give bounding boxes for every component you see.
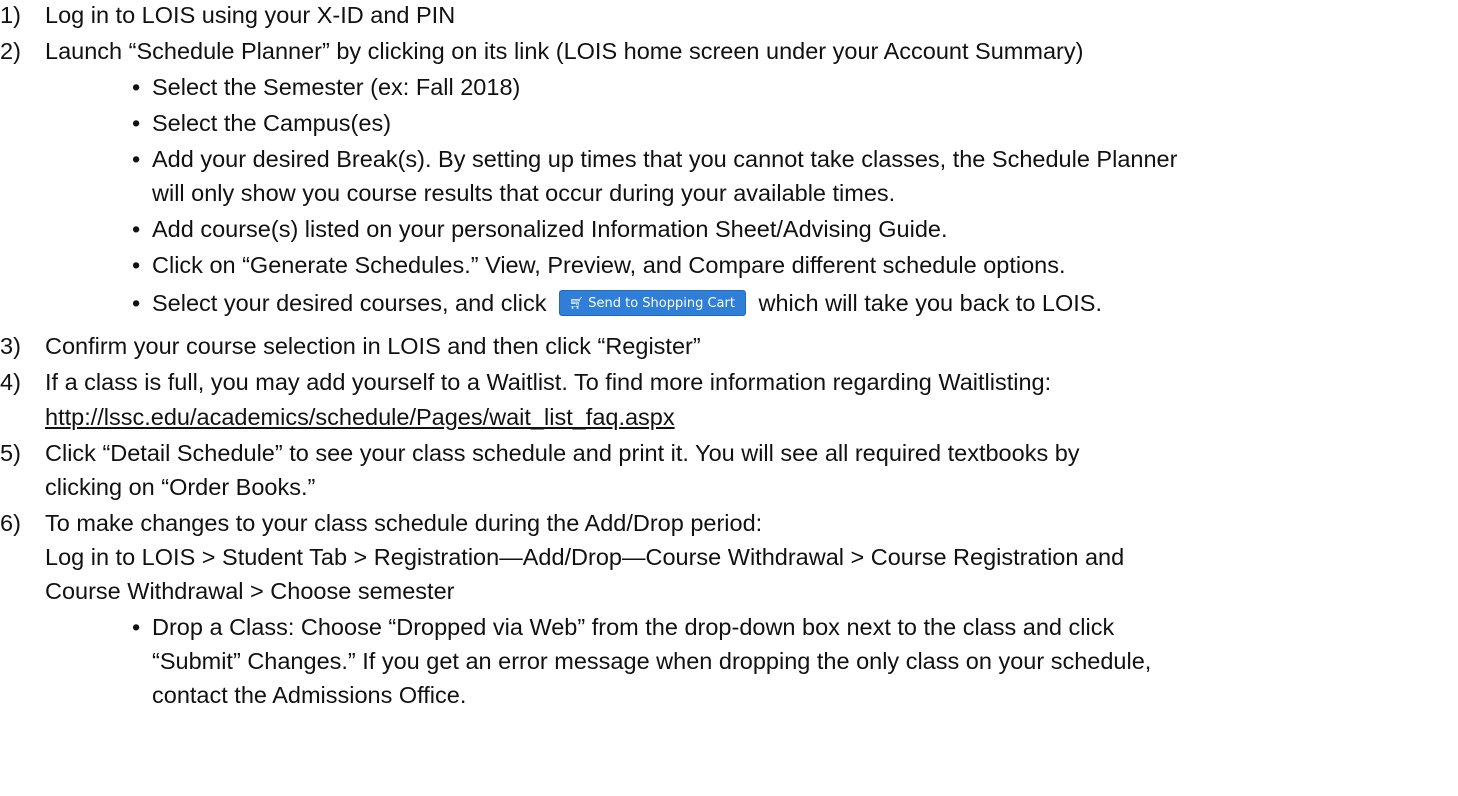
bullet-text: will only show you course results that o… (152, 180, 896, 206)
step-text: To make changes to your class schedule d… (45, 510, 763, 536)
step-text: clicking on “Order Books.” (45, 474, 316, 500)
send-to-shopping-cart-button[interactable]: 🛒︎ Send to Shopping Cart (559, 289, 746, 316)
bullet-text-before: Select your desired courses, and click (152, 290, 547, 316)
step-text: Log in to LOIS > Student Tab > Registrat… (45, 544, 1125, 570)
waitlist-faq-link[interactable]: http://lssc.edu/academics/schedule/Pages… (45, 404, 675, 431)
shopping-cart-icon: 🛒︎ (569, 295, 585, 310)
bullet-text: “Submit” Changes.” If you get an error m… (152, 648, 1152, 674)
step-number: 4) (0, 369, 21, 395)
button-label: Send to Shopping Cart (588, 295, 735, 311)
bullet-text: Select the Semester (ex: Fall 2018) (152, 74, 521, 100)
bullet-icon: • (132, 110, 141, 136)
bullet-icon: • (132, 614, 141, 640)
bullet-text: Click on “Generate Schedules.” View, Pre… (152, 252, 1066, 278)
step-text: Click “Detail Schedule” to see your clas… (45, 440, 1080, 466)
bullet-icon: • (132, 74, 141, 100)
bullet-text: contact the Admissions Office. (152, 682, 467, 708)
bullet-text: Add your desired Break(s). By setting up… (152, 146, 1178, 172)
step-text: Launch “Schedule Planner” by clicking on… (45, 38, 1084, 64)
step-number: 6) (0, 510, 21, 536)
bullet-text: Add course(s) listed on your personalize… (152, 216, 948, 242)
bullet-text: Select your desired courses, and click 🛒… (152, 289, 1103, 317)
step-text: Confirm your course selection in LOIS an… (45, 333, 701, 359)
bullet-icon: • (132, 216, 141, 242)
step-number: 3) (0, 333, 21, 359)
step-text: If a class is full, you may add yourself… (45, 369, 1052, 395)
bullet-icon: • (132, 290, 141, 316)
bullet-text-after: which will take you back to LOIS. (758, 290, 1103, 316)
bullet-icon: • (132, 252, 141, 278)
step-number: 5) (0, 440, 21, 466)
bullet-text: Select the Campus(es) (152, 110, 392, 136)
step-number: 2) (0, 38, 21, 64)
step-text: Course Withdrawal > Choose semester (45, 578, 455, 604)
step-number: 1) (0, 2, 21, 28)
bullet-text: Drop a Class: Choose “Dropped via Web” f… (152, 614, 1115, 640)
bullet-icon: • (132, 146, 141, 172)
step-text: Log in to LOIS using your X-ID and PIN (45, 2, 456, 28)
